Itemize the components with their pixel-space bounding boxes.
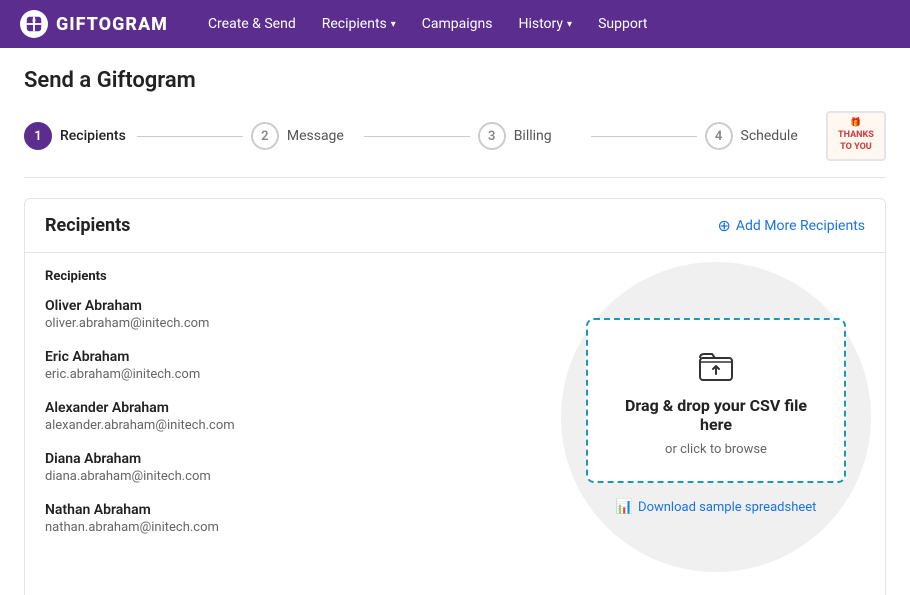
chevron-down-icon: ▾ [391, 19, 396, 30]
step-2: 2 Message [251, 122, 356, 150]
nav-create-send[interactable]: Create & Send [198, 10, 306, 38]
csv-drop-zone[interactable]: Drag & drop your CSV file here or click … [586, 318, 846, 483]
recipients-panel-header: Recipients ⊕ Add More Recipients [25, 199, 885, 253]
step-label-1: Recipients [60, 128, 126, 144]
download-sample-button[interactable]: 📊 Download sample spreadsheet [616, 499, 817, 515]
main-area: Recipients ⊕ Add More Recipients Recipie… [24, 198, 886, 595]
nav-links: Create & Send Recipients ▾ Campaigns His… [198, 10, 658, 38]
plus-icon: ⊕ [717, 216, 730, 235]
chevron-down-icon: ▾ [567, 19, 572, 30]
stepper: 1 Recipients 2 Message 3 Billing 4 Sched… [24, 111, 886, 178]
step-3: 3 Billing [478, 122, 583, 150]
upload-main-text: Drag & drop your CSV file here [608, 396, 824, 434]
nav-history[interactable]: History ▾ [509, 10, 583, 38]
add-more-recipients-button[interactable]: ⊕ Add More Recipients [717, 216, 865, 235]
step-4: 4 Schedule [705, 122, 810, 150]
nav-support[interactable]: Support [588, 10, 657, 38]
step-label-2: Message [287, 128, 344, 144]
page-content: Send a Giftogram 1 Recipients 2 Message … [0, 48, 910, 595]
step-label-4: Schedule [741, 128, 798, 144]
recipients-panel-title: Recipients [45, 215, 130, 236]
navbar: GIFTOGRAM Create & Send Recipients ▾ Cam… [0, 0, 910, 48]
step-connector-3 [591, 136, 696, 137]
step-connector-1 [137, 136, 242, 137]
step-circle-1: 1 [24, 122, 52, 150]
gift-card-thumbnail: 🎁 THANKSTO YOU [826, 111, 886, 161]
logo-icon [20, 10, 48, 38]
upload-sub-text: or click to browse [665, 442, 767, 457]
step-connector-2 [364, 136, 469, 137]
page-title: Send a Giftogram [24, 68, 886, 93]
upload-circle: Drag & drop your CSV file here or click … [561, 262, 871, 572]
logo[interactable]: GIFTOGRAM [20, 10, 168, 38]
step-circle-3: 3 [478, 122, 506, 150]
step-1: 1 Recipients [24, 122, 129, 150]
logo-text: GIFTOGRAM [56, 14, 168, 35]
step-circle-4: 4 [705, 122, 733, 150]
step-label-3: Billing [514, 128, 552, 144]
nav-campaigns[interactable]: Campaigns [412, 10, 503, 38]
step-circle-2: 2 [251, 122, 279, 150]
upload-folder-icon [696, 344, 736, 388]
spreadsheet-icon: 📊 [616, 499, 633, 515]
nav-recipients[interactable]: Recipients ▾ [312, 10, 406, 38]
